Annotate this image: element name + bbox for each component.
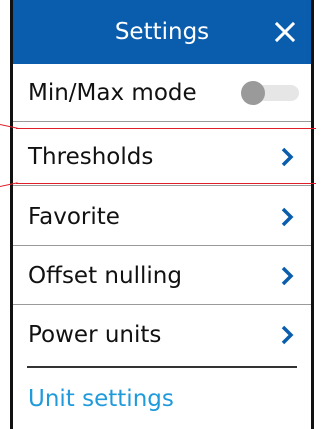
offset-nulling-row[interactable]: Offset nulling — [13, 247, 311, 305]
thresholds-row[interactable]: Thresholds — [13, 128, 311, 186]
chevron-right-icon — [281, 266, 294, 286]
min-max-mode-toggle[interactable] — [241, 81, 299, 105]
highlight-line-bottom — [16, 183, 316, 184]
power-units-label: Power units — [28, 322, 162, 348]
chevron-right-icon — [281, 147, 294, 167]
settings-header: Settings — [13, 0, 311, 64]
chevron-right-icon — [281, 325, 294, 345]
chevron-right-icon — [281, 207, 294, 227]
toggle-knob — [241, 81, 265, 105]
favorite-row[interactable]: Favorite — [13, 188, 311, 246]
favorite-label: Favorite — [28, 204, 120, 230]
section-divider — [27, 366, 297, 368]
unit-settings-link[interactable]: Unit settings — [28, 374, 174, 424]
min-max-mode-row[interactable]: Min/Max mode — [13, 64, 311, 122]
close-icon — [274, 21, 296, 43]
power-units-row[interactable]: Power units — [13, 306, 311, 364]
highlight-line-top — [16, 128, 316, 129]
min-max-mode-label: Min/Max mode — [28, 80, 197, 106]
offset-nulling-label: Offset nulling — [28, 263, 182, 289]
thresholds-label: Thresholds — [28, 144, 154, 170]
close-button[interactable] — [267, 14, 303, 50]
settings-panel: Settings Min/Max mode Thresholds Favorit… — [10, 0, 314, 429]
